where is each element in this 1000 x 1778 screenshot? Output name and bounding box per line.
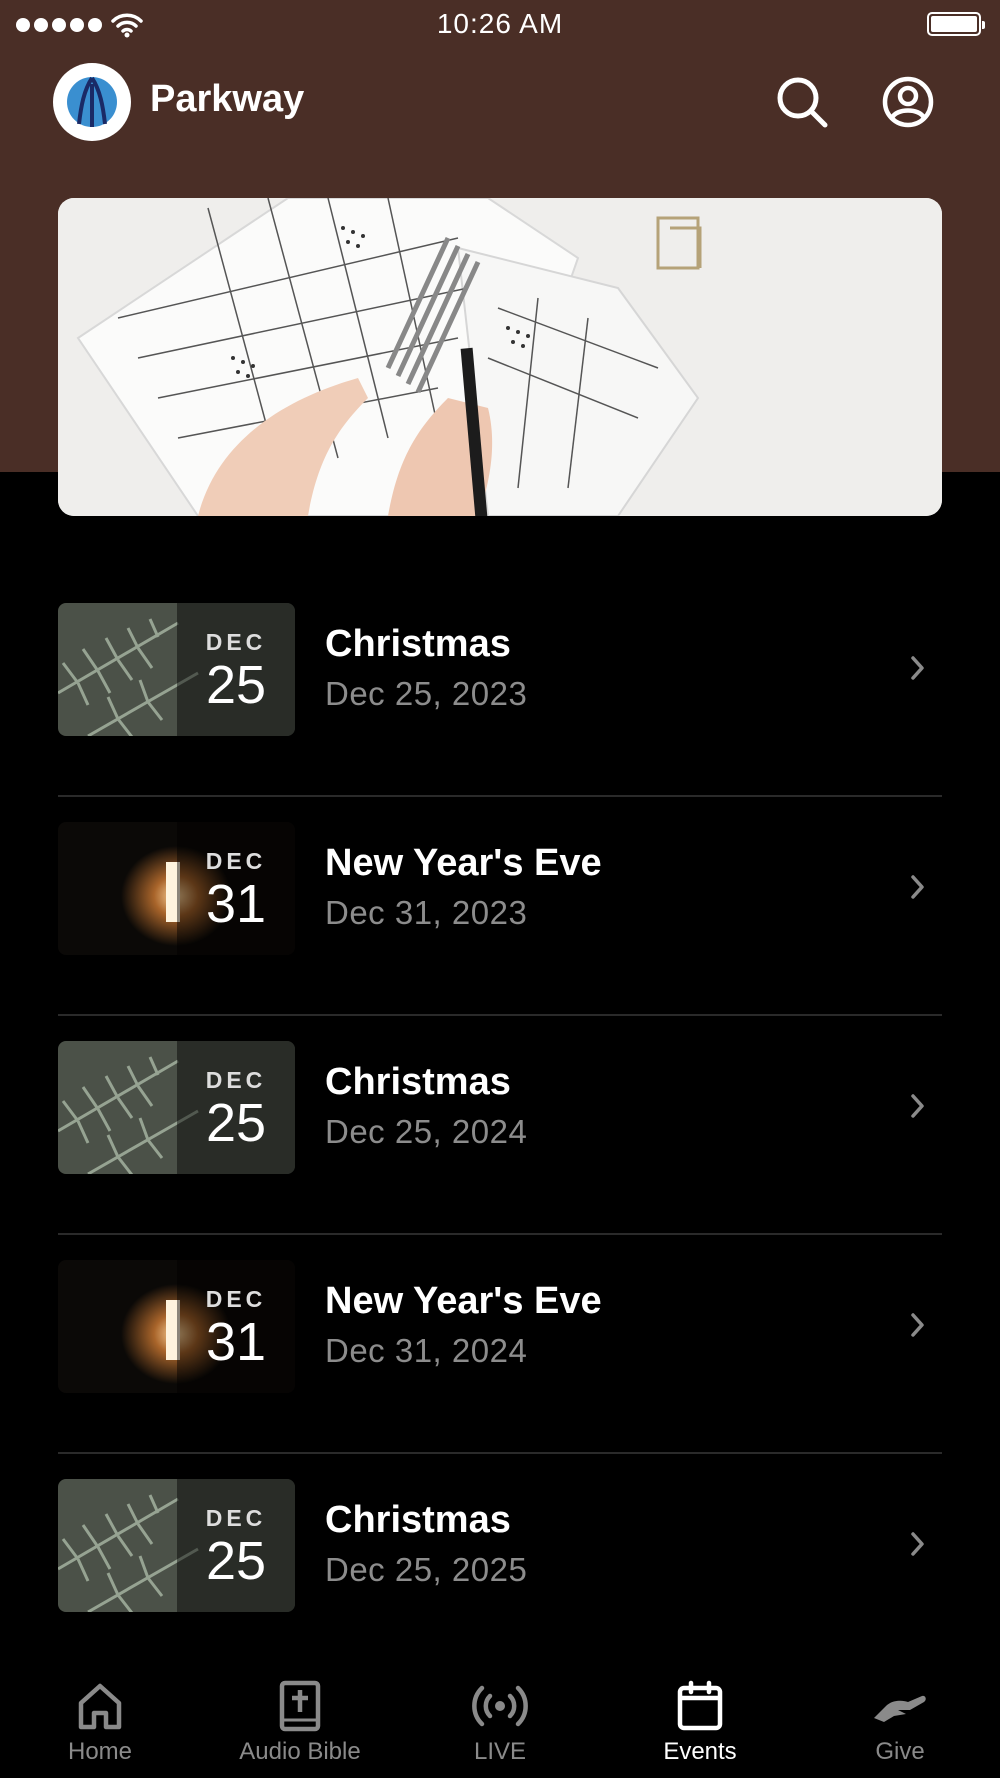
event-title: Christmas [325, 623, 511, 665]
bible-icon [279, 1680, 321, 1732]
event-date: Dec 25, 2024 [325, 1113, 528, 1150]
tab-label: Home [67, 1738, 133, 1765]
event-date: Dec 25, 2023 [325, 675, 528, 712]
chevron-right-icon [911, 1532, 924, 1556]
chevron-right-icon [911, 656, 924, 680]
badge-day: 25 [205, 655, 267, 715]
date-badge: DEC 31 [177, 822, 295, 955]
event-date: Dec 25, 2025 [325, 1551, 528, 1588]
event-title: New Year's Eve [325, 1280, 602, 1322]
events-hero-image [58, 198, 942, 516]
badge-day: 25 [205, 1093, 267, 1153]
battery-icon [927, 12, 985, 36]
tab-live[interactable]: LIVE [400, 1658, 600, 1778]
event-row[interactable]: DEC 25 Christmas Dec 25, 2023 [58, 578, 942, 797]
user-circle-icon [882, 76, 934, 128]
app-title: Parkway [150, 78, 305, 120]
date-badge: DEC 25 [177, 1041, 295, 1174]
badge-day: 31 [205, 1312, 267, 1372]
tab-label: Give [875, 1738, 925, 1765]
tab-label: Audio Bible [239, 1738, 361, 1765]
tab-label: Events [663, 1738, 737, 1765]
tab-audio-bible[interactable]: Audio Bible [200, 1658, 400, 1778]
profile-button[interactable] [878, 72, 938, 132]
event-title: Christmas [325, 1499, 511, 1541]
event-thumbnail: DEC 25 [58, 1479, 295, 1612]
status-bar: 10:26 AM [0, 0, 1000, 50]
status-time: 10:26 AM [436, 8, 564, 39]
parkway-logo[interactable] [53, 63, 131, 141]
tab-events[interactable]: Events [600, 1658, 800, 1778]
event-row[interactable]: DEC 31 New Year's Eve Dec 31, 2024 [58, 1235, 942, 1454]
date-badge: DEC 25 [177, 603, 295, 736]
search-button[interactable] [772, 72, 832, 132]
event-title: Christmas [325, 1061, 511, 1103]
logo-mark-icon [67, 76, 117, 127]
chevron-right-icon [911, 1313, 924, 1337]
event-thumbnail: DEC 31 [58, 1260, 295, 1393]
tab-give[interactable]: Give [800, 1658, 1000, 1778]
tab-home[interactable]: Home [0, 1658, 200, 1778]
calendar-icon [677, 1680, 723, 1731]
event-row[interactable]: DEC 31 New Year's Eve Dec 31, 2023 [58, 797, 942, 1016]
event-thumbnail: DEC 25 [58, 1041, 295, 1174]
broadcast-icon [472, 1685, 528, 1727]
chevron-right-icon [911, 1094, 924, 1118]
event-row[interactable]: DEC 25 Christmas Dec 25, 2025 [58, 1454, 942, 1673]
chevron-right-icon [911, 875, 924, 899]
badge-month: DEC [205, 1286, 267, 1312]
badge-month: DEC [205, 1067, 267, 1093]
badge-month: DEC [205, 629, 267, 655]
badge-month: DEC [205, 848, 267, 874]
tab-label: LIVE [473, 1738, 527, 1765]
planner-photo [58, 198, 942, 516]
tab-bar: Home Audio Bible LIVE Events Give [0, 1658, 1000, 1778]
event-title: New Year's Eve [325, 842, 602, 884]
badge-day: 25 [205, 1531, 267, 1591]
badge-month: DEC [205, 1505, 267, 1531]
event-date: Dec 31, 2024 [325, 1332, 528, 1369]
give-hand-icon [874, 1695, 926, 1722]
event-row[interactable]: DEC 25 Christmas Dec 25, 2024 [58, 1016, 942, 1235]
event-thumbnail: DEC 25 [58, 603, 295, 736]
badge-day: 31 [205, 874, 267, 934]
event-list: DEC 25 Christmas Dec 25, 2023 DEC 31 New… [58, 578, 942, 1673]
event-thumbnail: DEC 31 [58, 822, 295, 955]
date-badge: DEC 31 [177, 1260, 295, 1393]
date-badge: DEC 25 [177, 1479, 295, 1612]
home-icon [78, 1683, 122, 1730]
search-icon [777, 77, 828, 128]
event-date: Dec 31, 2023 [325, 894, 528, 931]
